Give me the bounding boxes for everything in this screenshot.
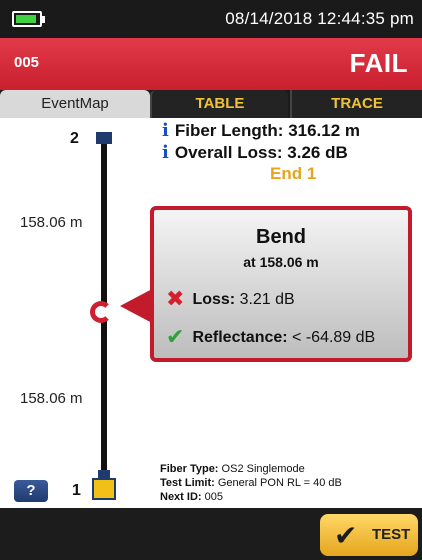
loss-value: 3.21 dB <box>239 291 295 308</box>
datetime: 08/14/2018 12:44:35 pm <box>225 9 414 28</box>
end-label: End 1 <box>270 164 317 183</box>
bottom-bar: ✔ TEST <box>0 508 422 560</box>
callout-pointer <box>120 288 154 324</box>
info-icon[interactable]: i <box>162 142 169 163</box>
event-location: at 158.06 m <box>243 254 319 270</box>
battery-icon <box>12 11 42 27</box>
overall-loss-label: Overall Loss: <box>174 143 283 162</box>
test-limit-row: Test Limit: General PON RL = 40 dB <box>160 476 342 490</box>
next-id-value: 005 <box>204 491 223 503</box>
fiber-type-value: OS2 Singlemode <box>221 463 305 475</box>
tab-trace[interactable]: TRACE <box>290 90 422 118</box>
event-callout[interactable]: Bend at 158.06 m ✖ Loss: 3.21 dB ✔ Reflect… <box>150 206 412 362</box>
battery-level <box>16 15 36 23</box>
fiber-type-row: Fiber Type: OS2 Singlemode <box>160 462 342 476</box>
distance-label-upper: 158.06 m <box>20 214 83 231</box>
test-details: Fiber Type: OS2 Singlemode Test Limit: G… <box>160 462 342 504</box>
fiber-type-label: Fiber Type: <box>160 463 219 475</box>
x-icon: ✖ <box>166 286 185 311</box>
view-tabs: EventMap TABLE TRACE <box>0 90 422 118</box>
reflectance-row: ✔ Reflectance: < -64.89 dB <box>166 324 375 350</box>
fiber-length-value: 316.12 m <box>288 121 361 140</box>
overall-loss-row: i Overall Loss: 3.26 dB <box>162 142 348 163</box>
status-bar: 08/14/2018 12:44:35 pm <box>0 0 422 38</box>
result-status: FAIL <box>349 48 408 78</box>
fiber-length-row: i Fiber Length: 316.12 m <box>162 120 360 141</box>
reflectance-value: < -64.89 dB <box>292 329 376 346</box>
info-icon[interactable]: i <box>162 120 169 141</box>
test-button-label: TEST <box>372 526 411 543</box>
bend-event-marker[interactable] <box>90 301 112 323</box>
fiber-length-label: Fiber Length: <box>174 121 284 140</box>
battery-tip <box>42 16 45 23</box>
loss-row: ✖ Loss: 3.21 dB <box>166 286 295 312</box>
next-id-row: Next ID: 005 <box>160 490 342 504</box>
overall-loss-value: 3.26 dB <box>287 143 348 162</box>
tab-table[interactable]: TABLE <box>150 90 288 118</box>
node-label-bottom: 1 <box>72 482 81 499</box>
help-button[interactable]: ? <box>14 480 48 502</box>
connector-node-bottom[interactable] <box>92 478 116 500</box>
event-title: Bend <box>256 226 306 248</box>
distance-label-lower: 158.06 m <box>20 390 83 407</box>
test-button[interactable]: ✔ TEST <box>320 514 418 556</box>
tab-eventmap[interactable]: EventMap <box>0 90 150 118</box>
check-icon: ✔ <box>166 324 185 349</box>
next-id-label: Next ID: <box>160 491 202 503</box>
test-limit-value: General PON RL = 40 dB <box>217 477 342 489</box>
test-id: 005 <box>14 54 40 71</box>
reflectance-label: Reflectance: <box>192 329 288 346</box>
loss-label: Loss: <box>192 291 236 308</box>
checkmark-icon: ✔ <box>334 520 358 551</box>
test-limit-label: Test Limit: <box>160 477 215 489</box>
node-label-top: 2 <box>70 130 79 147</box>
result-header: 005 FAIL <box>0 38 422 90</box>
eventmap-panel: i Fiber Length: 316.12 m i Overall Loss: 3… <box>0 118 422 508</box>
connector-node-top[interactable] <box>96 132 112 144</box>
